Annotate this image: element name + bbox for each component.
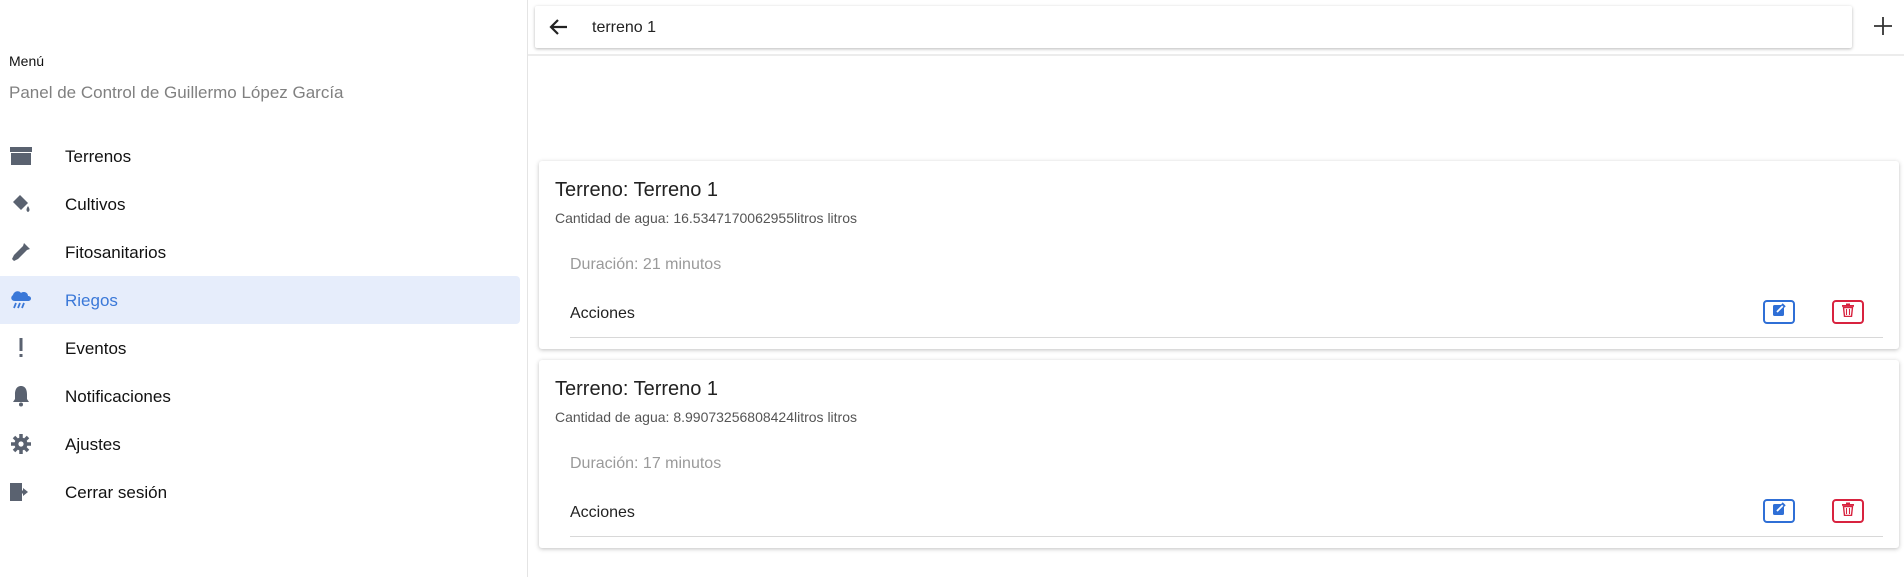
search-input[interactable] xyxy=(590,14,1794,42)
sidebar-item-label: Notificaciones xyxy=(65,387,171,406)
card-title: Terreno: Terreno 1 xyxy=(555,378,719,400)
search-bar xyxy=(535,6,1852,48)
sidebar-item-ajustes[interactable]: Ajustes xyxy=(0,420,520,468)
delete-button[interactable] xyxy=(1832,499,1864,523)
sidebar: Menú Panel de Control de Guillermo López… xyxy=(0,0,528,577)
duration: Duración: 17 minutos xyxy=(570,455,722,472)
edit-icon xyxy=(1772,501,1786,521)
eyedropper-icon xyxy=(8,240,34,264)
card-divider xyxy=(570,536,1883,537)
menu-subtitle: Panel de Control de Guillermo López Garc… xyxy=(9,83,344,102)
riego-card: Terreno: Terreno 1 Cantidad de agua: 8.9… xyxy=(539,360,1899,548)
sidebar-item-terrenos[interactable]: Terrenos xyxy=(0,132,520,180)
sidebar-item-label: Riegos xyxy=(65,291,118,310)
sidebar-nav: Terrenos Cultivos Fitosanitarios Riegos … xyxy=(0,132,520,516)
sidebar-item-label: Cerrar sesión xyxy=(65,483,168,502)
edit-button[interactable] xyxy=(1763,499,1795,523)
trash-icon xyxy=(1841,502,1855,521)
sidebar-item-label: Eventos xyxy=(65,339,127,358)
divider xyxy=(528,54,1904,56)
card-title: Terreno: Terreno 1 xyxy=(555,179,719,201)
exclamation-icon xyxy=(8,336,34,360)
sidebar-item-cultivos[interactable]: Cultivos xyxy=(0,180,520,228)
cloud-rain-icon xyxy=(8,288,34,312)
sidebar-item-fitosanitarios[interactable]: Fitosanitarios xyxy=(0,228,520,276)
bell-icon xyxy=(8,384,34,408)
actions-label: Acciones xyxy=(570,504,635,521)
trash-icon xyxy=(1841,303,1855,322)
actions-label: Acciones xyxy=(570,305,635,322)
sidebar-item-notificaciones[interactable]: Notificaciones xyxy=(0,372,520,420)
sidebar-item-riegos[interactable]: Riegos xyxy=(0,276,520,324)
water-amount: Cantidad de agua: 8.99073256808424litros… xyxy=(555,409,858,425)
gear-icon xyxy=(8,432,34,456)
water-amount: Cantidad de agua: 16.5347170062955litros… xyxy=(555,210,858,226)
duration: Duración: 21 minutos xyxy=(570,256,722,273)
archive-icon xyxy=(8,144,34,168)
menu-title: Menú xyxy=(9,53,45,69)
sidebar-item-label: Cultivos xyxy=(65,195,126,214)
sidebar-item-eventos[interactable]: Eventos xyxy=(0,324,520,372)
paint-bucket-icon xyxy=(8,192,34,216)
card-divider xyxy=(570,337,1883,338)
sidebar-item-label: Ajustes xyxy=(65,435,121,454)
sign-out-icon xyxy=(8,480,34,504)
delete-button[interactable] xyxy=(1832,300,1864,324)
plus-icon[interactable] xyxy=(1870,13,1896,39)
edit-button[interactable] xyxy=(1763,300,1795,324)
sidebar-item-cerrar-sesion[interactable]: Cerrar sesión xyxy=(0,468,520,516)
arrow-left-icon[interactable] xyxy=(547,15,571,39)
sidebar-item-label: Terrenos xyxy=(65,147,132,166)
sidebar-item-label: Fitosanitarios xyxy=(65,243,167,262)
riego-card: Terreno: Terreno 1 Cantidad de agua: 16.… xyxy=(539,161,1899,349)
edit-icon xyxy=(1772,302,1786,322)
